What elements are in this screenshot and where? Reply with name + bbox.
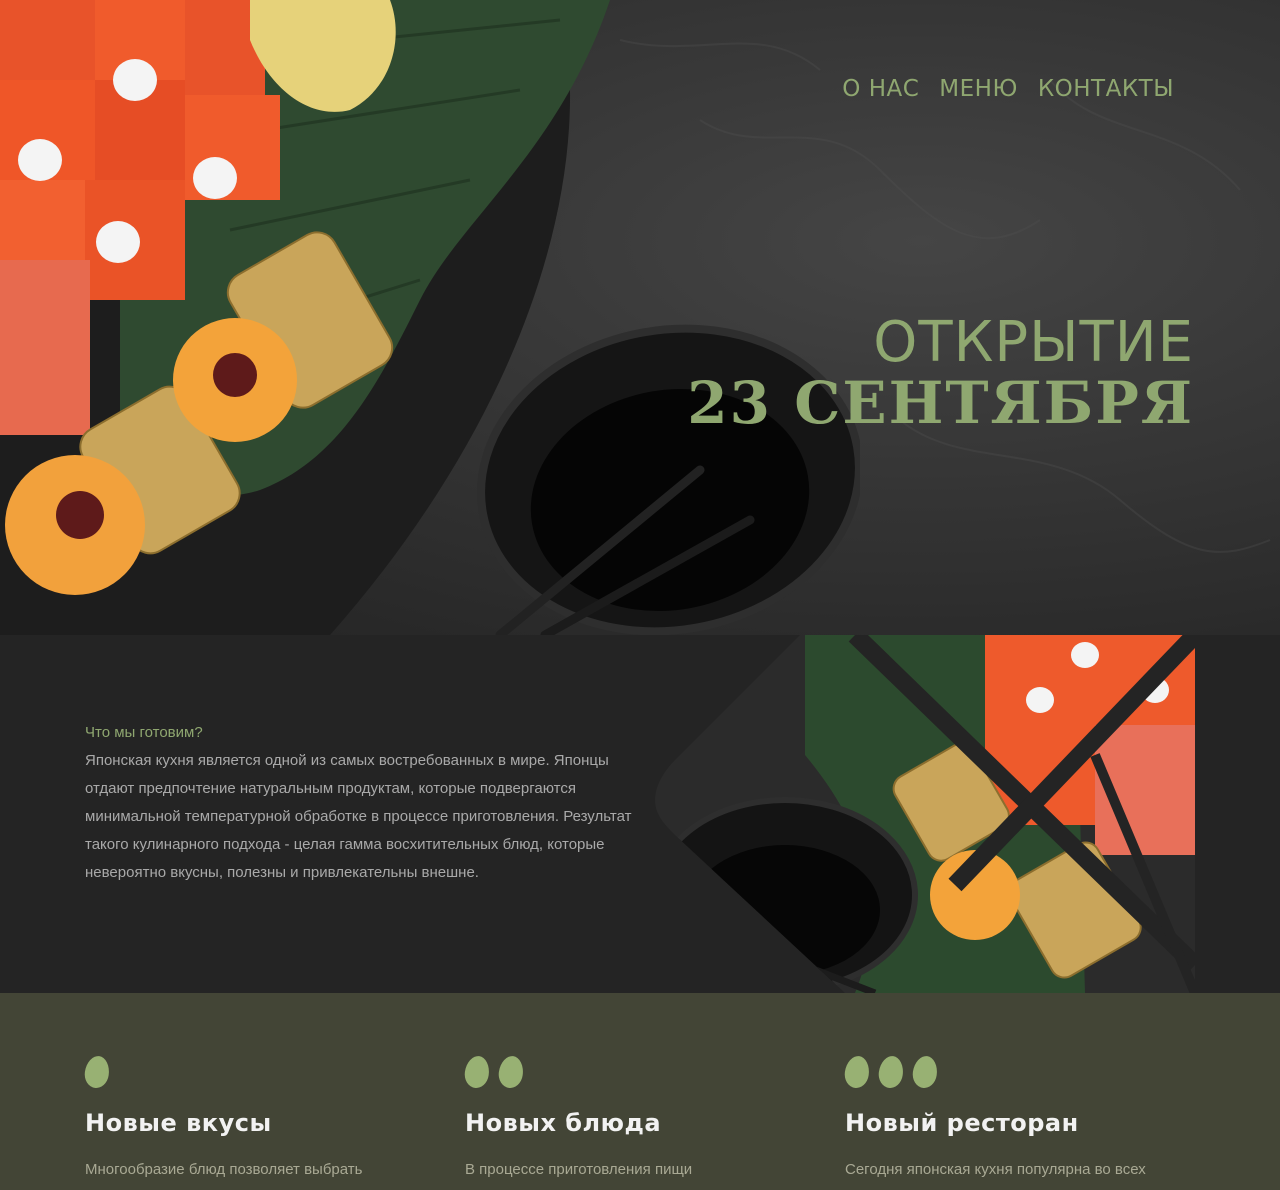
feature-text: Многообразие блюд позволяет выбрать <box>85 1161 363 1178</box>
about-text-block: Что мы готовим? Японская кухня является … <box>85 719 645 887</box>
nav-link-about[interactable]: О НАС <box>842 76 919 102</box>
bean-dot <box>82 1054 112 1090</box>
bean-dot <box>462 1054 492 1090</box>
nav-link-contacts[interactable]: КОНТАКТЫ <box>1038 76 1174 102</box>
hero-title-line2: 23 СЕНТЯБРЯ <box>687 369 1194 437</box>
about-body: Японская кухня является одной из самых в… <box>85 752 632 881</box>
features-section: Новые вкусы Многообразие блюд позволяет … <box>0 993 1280 1190</box>
feature-text: В процессе приготовления пищи <box>465 1161 693 1178</box>
main-nav: О НАС МЕНЮ КОНТАКТЫ <box>842 76 1174 102</box>
feature-text: Сегодня японская кухня популярна во всех <box>845 1161 1146 1178</box>
bean-icon <box>842 1054 1185 1090</box>
hero-title-line1: ОТКРЫТИЕ <box>873 310 1194 375</box>
feature-card-1: Новые вкусы Многообразие блюд позволяет … <box>82 1054 425 1178</box>
feature-title: Новый ресторан <box>845 1109 1079 1137</box>
feature-card-3: Новый ресторан Сегодня японская кухня по… <box>842 1054 1185 1178</box>
bean-dot <box>910 1054 940 1090</box>
feature-card-2: Новых блюда В процессе приготовления пищ… <box>462 1054 805 1178</box>
bean-dot <box>496 1054 526 1090</box>
bean-dot <box>842 1054 872 1090</box>
bean-icon <box>82 1054 425 1090</box>
hero-section: О НАС МЕНЮ КОНТАКТЫ ОТКРЫТИЕ 23 СЕНТЯБРЯ <box>0 0 1280 635</box>
nav-link-menu[interactable]: МЕНЮ <box>939 76 1018 102</box>
feature-title: Новые вкусы <box>85 1109 272 1137</box>
bean-icon <box>462 1054 805 1090</box>
about-section: Что мы готовим? Японская кухня является … <box>0 635 1280 993</box>
sushi-diamond-image <box>655 635 1195 993</box>
about-heading: Что мы готовим? <box>85 724 203 741</box>
hero-title: ОТКРЫТИЕ 23 СЕНТЯБРЯ <box>687 310 1194 437</box>
feature-title: Новых блюда <box>465 1109 662 1137</box>
bean-dot <box>876 1054 906 1090</box>
